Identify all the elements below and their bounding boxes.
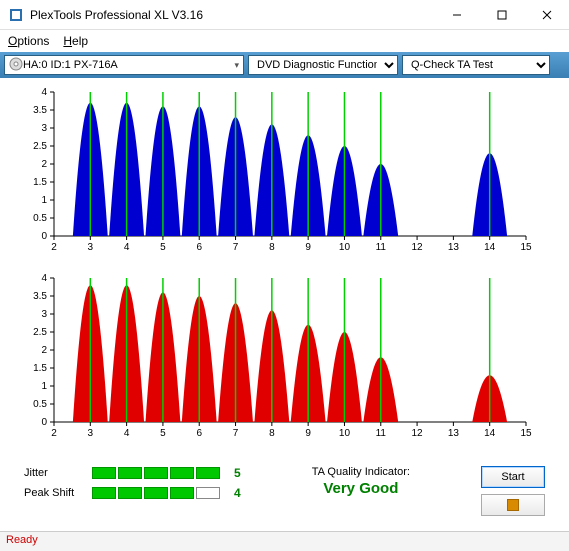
disc-icon bbox=[9, 57, 23, 74]
jitter-row: Jitter 5 bbox=[24, 466, 241, 480]
window-title: PlexTools Professional XL V3.16 bbox=[30, 8, 434, 22]
meter-segment bbox=[196, 487, 220, 499]
menu-options[interactable]: Options bbox=[8, 34, 49, 48]
svg-text:2: 2 bbox=[41, 345, 47, 356]
chart-area: 00.511.522.533.5423456789101112131415 00… bbox=[0, 78, 569, 462]
svg-text:3: 3 bbox=[41, 309, 47, 320]
svg-text:0.5: 0.5 bbox=[33, 399, 47, 410]
svg-text:3.5: 3.5 bbox=[33, 105, 47, 116]
chevron-down-icon: ▾ bbox=[234, 60, 239, 71]
svg-text:6: 6 bbox=[196, 428, 202, 439]
svg-text:8: 8 bbox=[269, 428, 275, 439]
svg-text:4: 4 bbox=[41, 87, 47, 98]
svg-text:2: 2 bbox=[51, 242, 57, 253]
svg-text:11: 11 bbox=[376, 428, 387, 439]
svg-text:13: 13 bbox=[448, 242, 460, 253]
svg-text:1.5: 1.5 bbox=[33, 177, 47, 188]
meter-segment bbox=[144, 467, 168, 479]
maximize-button[interactable] bbox=[479, 0, 524, 29]
statusbar: Ready bbox=[0, 531, 569, 551]
meter-segment bbox=[92, 467, 116, 479]
svg-text:12: 12 bbox=[412, 242, 424, 253]
functions-selector[interactable]: DVD Diagnostic Functions bbox=[248, 55, 398, 75]
svg-text:2.5: 2.5 bbox=[33, 327, 47, 338]
meter-segment bbox=[92, 487, 116, 499]
quality-indicator-value: Very Good bbox=[323, 480, 398, 497]
svg-text:14: 14 bbox=[484, 428, 496, 439]
svg-text:2.5: 2.5 bbox=[33, 141, 47, 152]
svg-text:0: 0 bbox=[41, 231, 47, 242]
svg-text:15: 15 bbox=[520, 242, 532, 253]
peakshift-meter bbox=[92, 487, 220, 499]
svg-text:10: 10 bbox=[339, 428, 351, 439]
svg-text:0.5: 0.5 bbox=[33, 213, 47, 224]
meter-segment bbox=[170, 487, 194, 499]
svg-text:13: 13 bbox=[448, 428, 460, 439]
svg-text:0: 0 bbox=[41, 417, 47, 428]
drive-selector-label: HA:0 ID:1 PX-716A bbox=[23, 59, 118, 71]
meter-segment bbox=[118, 467, 142, 479]
svg-text:5: 5 bbox=[160, 428, 166, 439]
stop-icon bbox=[507, 499, 519, 511]
drive-selector[interactable]: HA:0 ID:1 PX-716A ▾ bbox=[4, 55, 244, 75]
peakshift-row: Peak Shift 4 bbox=[24, 486, 241, 500]
svg-text:11: 11 bbox=[376, 242, 387, 253]
meter-segment bbox=[196, 467, 220, 479]
meter-segment bbox=[144, 487, 168, 499]
svg-text:12: 12 bbox=[412, 428, 424, 439]
svg-text:9: 9 bbox=[305, 428, 311, 439]
app-icon bbox=[8, 7, 24, 23]
svg-text:2: 2 bbox=[51, 428, 57, 439]
svg-text:2: 2 bbox=[41, 159, 47, 170]
svg-text:15: 15 bbox=[520, 428, 532, 439]
close-button[interactable] bbox=[524, 0, 569, 29]
svg-text:7: 7 bbox=[233, 428, 239, 439]
peakshift-label: Peak Shift bbox=[24, 487, 84, 499]
jitter-label: Jitter bbox=[24, 467, 84, 479]
svg-text:3.5: 3.5 bbox=[33, 291, 47, 302]
jitter-meter bbox=[92, 467, 220, 479]
chart-bottom: 0 0.5 1 1.5 2 2.5 3 3.5 4 2 3 4 5 6 7 8 9 10 11 12 13 14 15 bbox=[16, 272, 553, 450]
minimize-button[interactable] bbox=[434, 0, 479, 29]
svg-text:5: 5 bbox=[160, 242, 166, 253]
test-selector[interactable]: Q-Check TA Test bbox=[402, 55, 550, 75]
svg-text:4: 4 bbox=[41, 273, 47, 284]
toolbar: HA:0 ID:1 PX-716A ▾ DVD Diagnostic Funct… bbox=[0, 52, 569, 78]
svg-text:3: 3 bbox=[41, 123, 47, 134]
meter-segment bbox=[118, 487, 142, 499]
jitter-value: 5 bbox=[234, 466, 241, 480]
menu-help[interactable]: Help bbox=[63, 34, 88, 48]
svg-text:3: 3 bbox=[88, 428, 94, 439]
window-controls bbox=[434, 0, 569, 29]
svg-text:8: 8 bbox=[269, 242, 275, 253]
start-button[interactable]: Start bbox=[481, 466, 545, 488]
stop-button[interactable] bbox=[481, 494, 545, 516]
peakshift-value: 4 bbox=[234, 486, 241, 500]
titlebar: PlexTools Professional XL V3.16 bbox=[0, 0, 569, 30]
svg-text:3: 3 bbox=[88, 242, 94, 253]
svg-text:4: 4 bbox=[124, 242, 130, 253]
svg-text:14: 14 bbox=[484, 242, 496, 253]
menubar: Options Help bbox=[0, 30, 569, 52]
svg-text:9: 9 bbox=[305, 242, 311, 253]
metrics-panel: Jitter 5 Peak Shift 4 TA Quality Indicat… bbox=[0, 462, 569, 522]
svg-text:1: 1 bbox=[41, 195, 47, 206]
svg-text:1: 1 bbox=[41, 381, 47, 392]
chart-top: 0 0.5 1 1.5 2 2.5 3 3.5 4 2 3 4 5 6 7 8 9 10 11 12 13 14 15 bbox=[16, 86, 553, 264]
quality-indicator-label: TA Quality Indicator: bbox=[312, 466, 410, 478]
svg-text:7: 7 bbox=[233, 242, 239, 253]
status-text: Ready bbox=[6, 534, 38, 546]
svg-text:10: 10 bbox=[339, 242, 351, 253]
svg-text:1.5: 1.5 bbox=[33, 363, 47, 374]
svg-text:4: 4 bbox=[124, 428, 130, 439]
meter-segment bbox=[170, 467, 194, 479]
svg-text:6: 6 bbox=[196, 242, 202, 253]
